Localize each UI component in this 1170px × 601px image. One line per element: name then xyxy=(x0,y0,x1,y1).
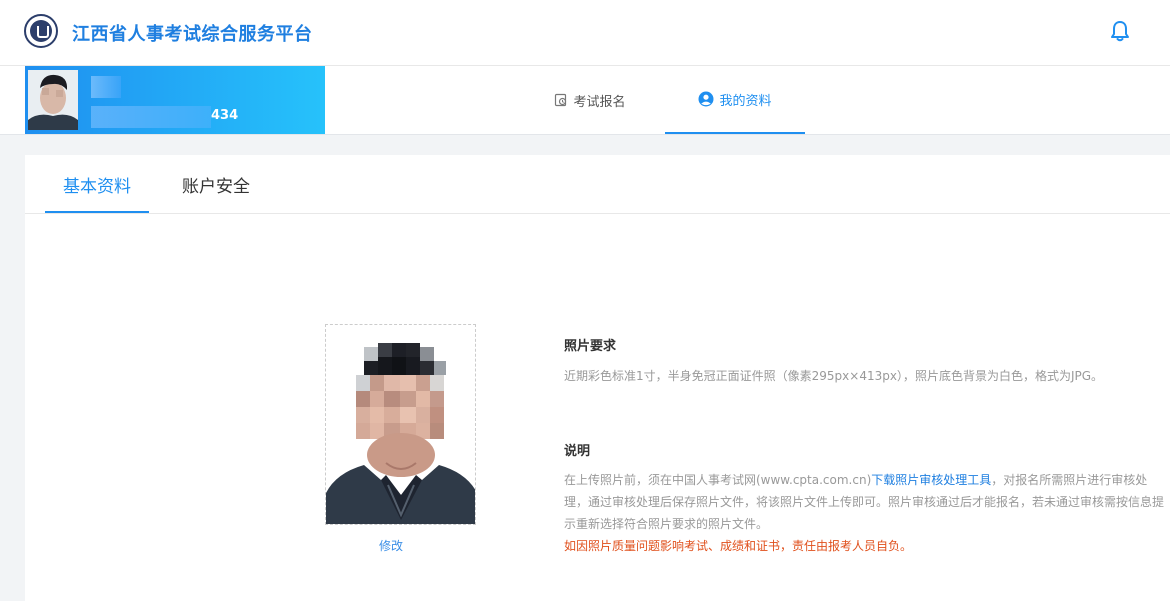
tab-exam-registration-label: 考试报名 xyxy=(573,94,626,110)
notes-text-before-link: 在上传照片前，须在中国人事考试网(www.cpta.com.cn) xyxy=(564,473,872,487)
bell-icon[interactable] xyxy=(1110,20,1130,42)
tab-my-profile-label: 我的资料 xyxy=(719,93,772,109)
tab-my-profile[interactable]: 我的资料 xyxy=(665,66,805,134)
tab-exam-registration[interactable]: 考试报名 xyxy=(530,66,650,134)
user-name-masked xyxy=(91,76,121,98)
download-tool-link[interactable]: 下载照片审核处理工具 xyxy=(871,473,991,487)
profile-panel: 基本资料 账户安全 修改 照片要求 近期彩色标准1寸，半身免冠正面证件照（像素2… xyxy=(25,155,1170,601)
top-bar: 江西省人事考试综合服务平台 xyxy=(0,0,1170,66)
sub-tabs: 基本资料 账户安全 xyxy=(25,155,1170,214)
user-id-masked xyxy=(91,106,211,128)
site-title[interactable]: 江西省人事考试综合服务平台 xyxy=(72,20,313,46)
edit-photo-link[interactable]: 修改 xyxy=(325,537,457,554)
id-photo[interactable] xyxy=(325,324,476,525)
notes-text: 在上传照片前，须在中国人事考试网(www.cpta.com.cn)下载照片审核处… xyxy=(564,469,1164,557)
requirements-title: 照片要求 xyxy=(564,339,617,354)
user-card[interactable]: 434 xyxy=(25,66,325,134)
requirements-text: 近期彩色标准1寸，半身免冠正面证件照（像素295px×413px），照片底色背景… xyxy=(564,369,1104,383)
register-icon xyxy=(555,93,567,107)
tab-basic-info[interactable]: 基本资料 xyxy=(45,155,149,213)
liability-warning: 如因照片质量问题影响考试、成绩和证书，责任由报考人员自负。 xyxy=(564,539,913,553)
emblem-logo xyxy=(24,14,58,48)
user-avatar xyxy=(28,70,78,130)
notes-title: 说明 xyxy=(564,444,591,459)
user-circle-icon xyxy=(698,91,714,107)
nav-row: 434 考试报名 我的资料 xyxy=(0,66,1170,135)
user-id-suffix: 434 xyxy=(211,108,239,123)
tab-account-security[interactable]: 账户安全 xyxy=(166,155,266,213)
